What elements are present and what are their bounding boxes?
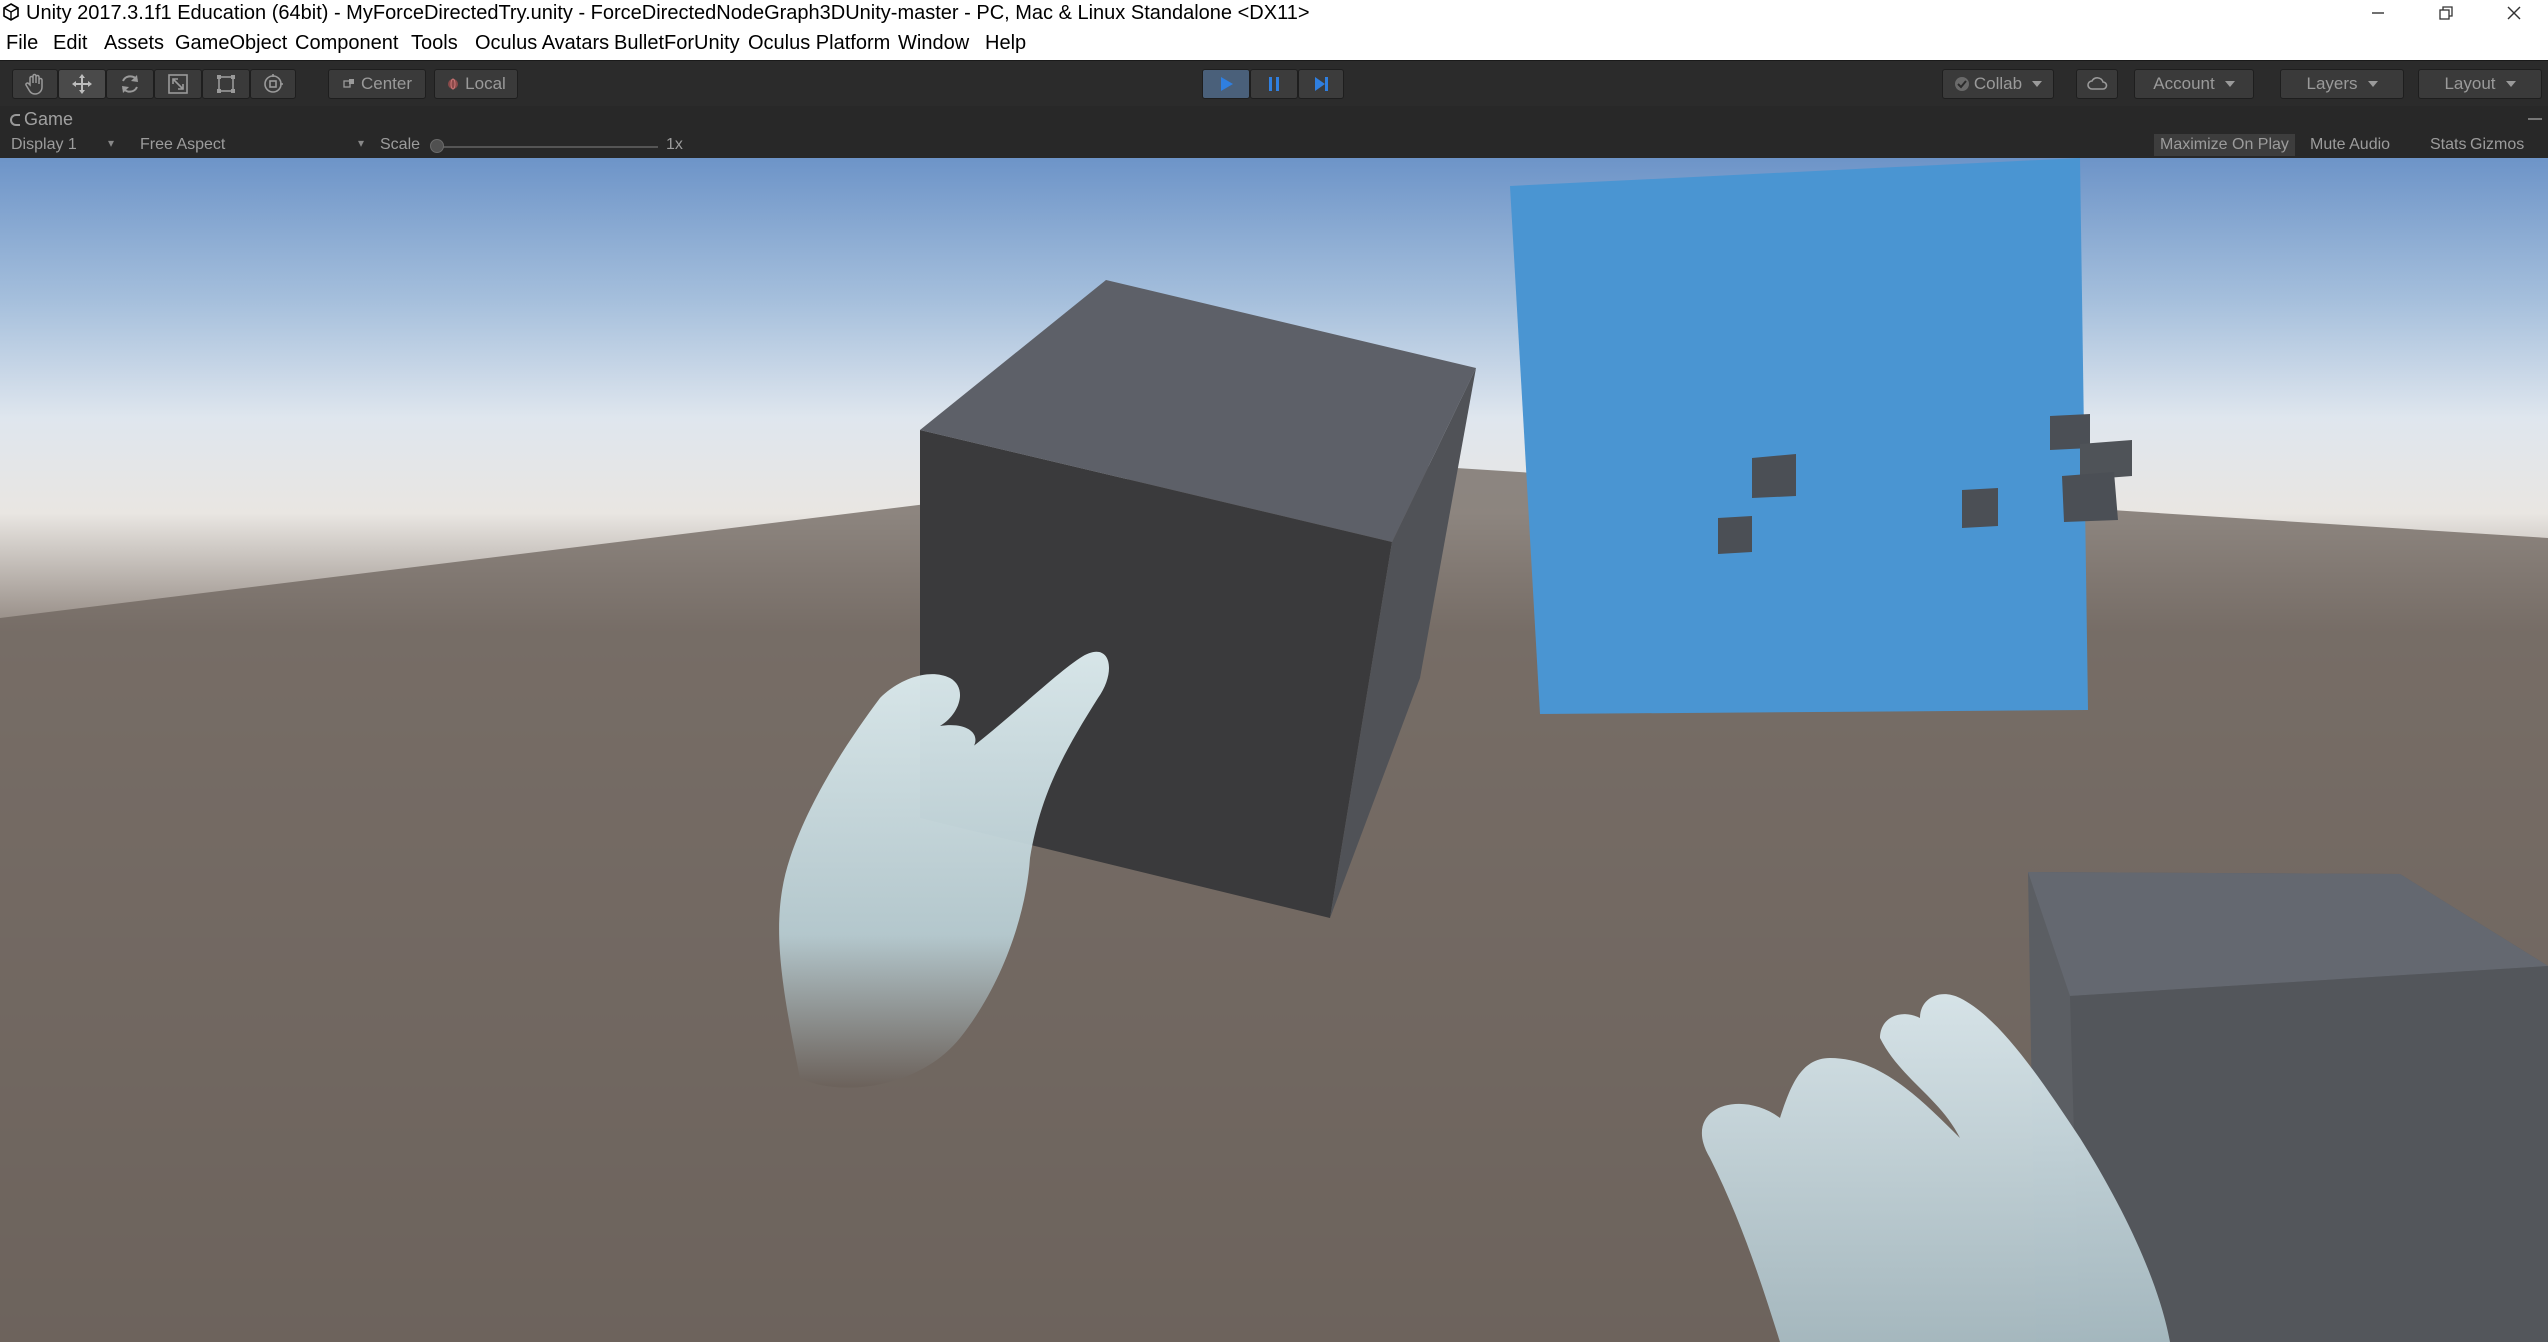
- tab-game[interactable]: Game: [10, 109, 73, 130]
- rect-tool-button[interactable]: [202, 69, 250, 99]
- main-toolbar: Center Local Collab Account Layers Layou…: [0, 60, 2548, 106]
- transform-tool-button[interactable]: [250, 69, 296, 99]
- chevron-down-icon: [2032, 81, 2043, 87]
- cloud-icon: [2087, 77, 2108, 90]
- pause-button[interactable]: [1250, 69, 1298, 99]
- close-icon: [2507, 6, 2521, 20]
- hand-icon: [25, 73, 43, 95]
- scale-value: 1x: [666, 136, 683, 153]
- scale-label: Scale: [380, 136, 421, 153]
- scale-tool-button[interactable]: [154, 69, 202, 99]
- menu-component[interactable]: Component: [295, 32, 398, 55]
- pivot-center-label: Center: [360, 74, 413, 93]
- move-tool-button[interactable]: [58, 69, 106, 99]
- layout-label: Layout: [2444, 74, 2496, 93]
- game-tab-icon: [10, 114, 20, 126]
- game-tab-label: Game: [24, 109, 74, 129]
- menu-oculus-avatars[interactable]: Oculus Avatars: [475, 32, 609, 55]
- menu-oculus-platform[interactable]: Oculus Platform: [748, 32, 890, 55]
- scale-slider-track[interactable]: [438, 146, 658, 148]
- menu-gameobject[interactable]: GameObject: [175, 32, 287, 55]
- account-label: Account: [2153, 74, 2215, 93]
- mute-audio-toggle[interactable]: Mute Audio: [2304, 134, 2396, 156]
- menu-edit[interactable]: Edit: [53, 32, 87, 55]
- step-forward-icon: [1315, 77, 1328, 91]
- pivot-center-icon: [343, 79, 354, 88]
- gizmos-dropdown[interactable]: Gizmos: [2464, 134, 2530, 156]
- game-view[interactable]: [0, 158, 2548, 1342]
- pivot-center-button[interactable]: Center: [328, 69, 426, 99]
- cloud-button[interactable]: [2076, 69, 2118, 99]
- menu-help[interactable]: Help: [985, 32, 1026, 55]
- panel-menu-icon[interactable]: [2528, 118, 2542, 122]
- transform-icon: [264, 74, 283, 93]
- play-icon: [1221, 77, 1233, 91]
- aspect-dropdown-arrows-icon: ▾: [358, 136, 365, 150]
- menu-assets[interactable]: Assets: [104, 32, 164, 55]
- unity-logo-icon: [3, 3, 19, 21]
- menu-bar: File Edit Assets GameObject Component To…: [0, 26, 2548, 60]
- step-button[interactable]: [1298, 69, 1344, 99]
- game-scene: [0, 158, 2548, 1342]
- restore-icon: [2439, 6, 2453, 20]
- restore-button[interactable]: [2412, 0, 2480, 26]
- display-dropdown[interactable]: Display 1: [11, 136, 77, 154]
- aspect-dropdown[interactable]: Free Aspect: [140, 136, 225, 154]
- maximize-on-play-toggle[interactable]: Maximize On Play: [2154, 134, 2295, 156]
- local-space-icon: [448, 78, 459, 90]
- checkmark-icon: [1954, 77, 1969, 91]
- pause-icon: [1269, 77, 1279, 91]
- close-button[interactable]: [2480, 0, 2548, 26]
- collab-dropdown[interactable]: Collab: [1942, 69, 2054, 99]
- pivot-space-button[interactable]: Local: [434, 69, 518, 99]
- chevron-down-icon: [2367, 81, 2378, 87]
- play-button[interactable]: [1202, 69, 1250, 99]
- rotate-icon: [122, 75, 138, 93]
- scale-slider-handle[interactable]: [430, 139, 444, 153]
- scale-icon: [168, 74, 188, 94]
- hand-tool-button[interactable]: [12, 69, 58, 99]
- chevron-down-icon: [2505, 81, 2516, 87]
- blue-panel: [1510, 158, 2132, 714]
- menu-window[interactable]: Window: [898, 32, 969, 55]
- window-title-bar: Unity 2017.3.1f1 Education (64bit) - MyF…: [0, 0, 2548, 26]
- account-dropdown[interactable]: Account: [2134, 69, 2254, 99]
- collab-label: Collab: [1973, 74, 2023, 93]
- menu-file[interactable]: File: [6, 32, 38, 55]
- game-panel-header: Game: [0, 106, 2548, 132]
- pivot-space-label: Local: [465, 74, 506, 93]
- game-view-controls: Display 1 ▾ Free Aspect ▾ Scale 1x Maxim…: [0, 132, 2548, 158]
- window-title: Unity 2017.3.1f1 Education (64bit) - MyF…: [26, 2, 1310, 24]
- chevron-down-icon: [2224, 81, 2235, 87]
- layout-dropdown[interactable]: Layout: [2418, 69, 2542, 99]
- layers-label: Layers: [2306, 74, 2358, 93]
- menu-tools[interactable]: Tools: [411, 32, 458, 55]
- rect-transform-icon: [217, 75, 235, 93]
- display-dropdown-arrows-icon: ▾: [108, 136, 115, 150]
- rotate-tool-button[interactable]: [106, 69, 154, 99]
- minimize-button[interactable]: [2344, 0, 2412, 26]
- menu-bulletforunity[interactable]: BulletForUnity: [614, 32, 740, 55]
- layers-dropdown[interactable]: Layers: [2280, 69, 2404, 99]
- move-icon: [72, 74, 92, 94]
- minimize-icon: [2372, 12, 2384, 14]
